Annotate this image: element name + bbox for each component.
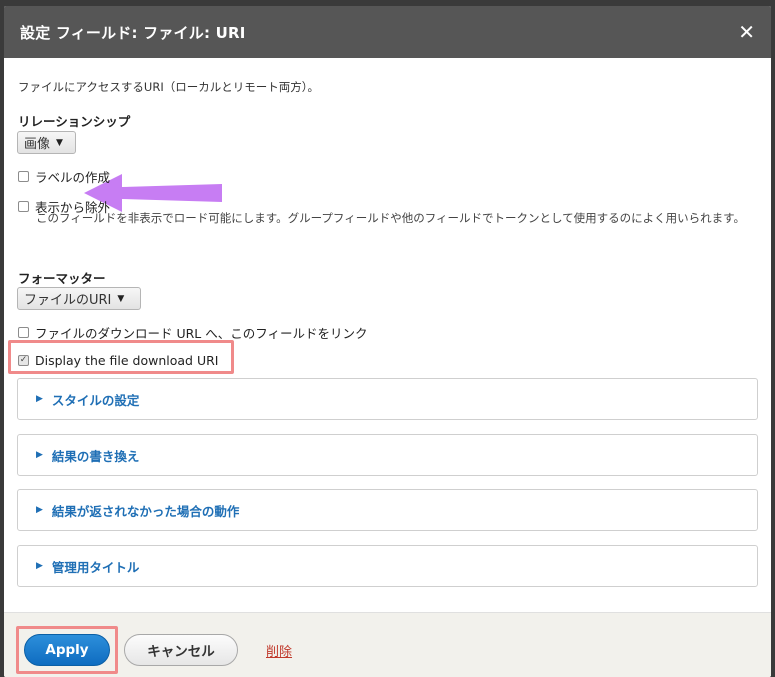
formatter-label: フォーマッター: [18, 271, 106, 286]
chevron-down-icon: ▼: [56, 137, 63, 148]
section-admin-title[interactable]: ▶ 管理用タイトル: [17, 545, 758, 587]
exclude-checkbox[interactable]: [18, 201, 29, 212]
triangle-right-icon: ▶: [36, 394, 43, 404]
dialog-content: ファイルにアクセスするURI（ローカルとリモート両方）。 リレーションシップ 画…: [4, 58, 771, 612]
display-uri-checkbox[interactable]: ✓: [18, 355, 29, 366]
formatter-select[interactable]: ファイルのURI ▼: [17, 287, 141, 310]
section-label: 管理用タイトル: [51, 559, 140, 575]
section-no-results-behavior[interactable]: ▶ 結果が返されなかった場合の動作: [17, 489, 758, 531]
create-label-checkbox[interactable]: [18, 171, 29, 182]
section-label: 結果が返されなかった場合の動作: [51, 503, 240, 519]
dialog-footer: Apply キャンセル 削除: [4, 612, 771, 677]
section-style-settings[interactable]: ▶ スタイルの設定: [17, 378, 758, 420]
dialog-title: 設定 フィールド: ファイル: URI: [20, 23, 246, 42]
configure-field-dialog: 設定 フィールド: ファイル: URI ✕ ファイルにアクセスするURI（ローカ…: [4, 6, 771, 677]
formatter-select-value: ファイルのURI: [24, 293, 112, 308]
relationship-select[interactable]: 画像 ▼: [17, 131, 76, 154]
display-uri-checkbox-row[interactable]: ✓ Display the file download URI: [18, 353, 218, 368]
section-rewrite-results[interactable]: ▶ 結果の書き換え: [17, 434, 758, 476]
chevron-down-icon: ▼: [117, 293, 125, 304]
dialog-titlebar: 設定 フィールド: ファイル: URI ✕: [4, 6, 771, 58]
create-label-checkbox-row[interactable]: ラベルの作成: [18, 167, 110, 186]
close-icon[interactable]: ✕: [738, 22, 755, 42]
exclude-help-text: このフィールドを非表示でロード可能にします。グループフィールドや他のフィールドで…: [36, 211, 745, 225]
display-uri-text: Display the file download URI: [35, 353, 219, 368]
cancel-button[interactable]: キャンセル: [124, 634, 238, 666]
triangle-right-icon: ▶: [36, 561, 43, 571]
triangle-right-icon: ▶: [36, 450, 43, 460]
section-label: スタイルの設定: [51, 392, 140, 408]
link-to-file-checkbox[interactable]: [18, 327, 29, 338]
create-label-text: ラベルの作成: [35, 170, 111, 185]
relationship-select-value: 画像: [24, 137, 51, 152]
apply-button[interactable]: Apply: [24, 634, 110, 666]
field-description: ファイルにアクセスするURI（ローカルとリモート両方）。: [18, 80, 319, 94]
relationship-label: リレーションシップ: [18, 114, 131, 129]
triangle-right-icon: ▶: [36, 505, 43, 515]
delete-link[interactable]: 削除: [266, 641, 292, 660]
section-label: 結果の書き換え: [51, 448, 140, 464]
